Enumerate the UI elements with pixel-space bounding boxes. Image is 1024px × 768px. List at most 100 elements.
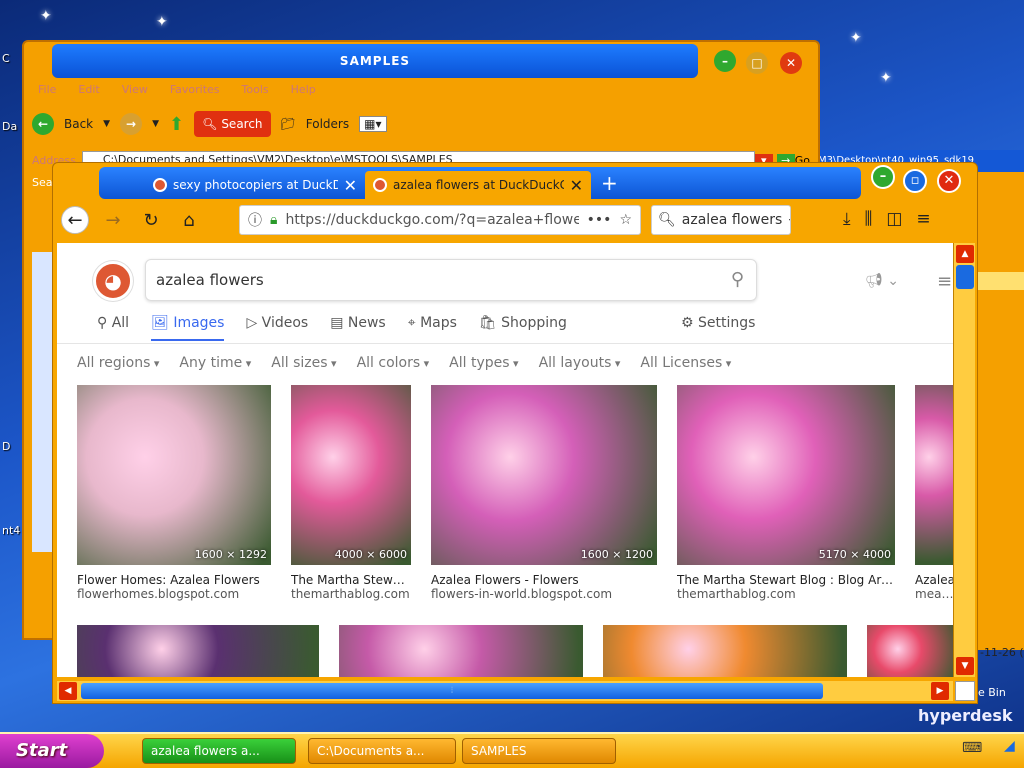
- taskbar-button-firefox[interactable]: azalea flowers a...: [142, 738, 296, 764]
- firefox-window[interactable]: sexy photocopiers at DuckDuckGo ✕ azalea…: [52, 162, 978, 704]
- desktop-icon-label[interactable]: nt4: [2, 524, 20, 537]
- scroll-right-icon[interactable]: ▶: [931, 682, 949, 700]
- result-caption[interactable]: The Martha Stewart Blog : Blog Archiveth…: [677, 573, 895, 601]
- desktop-icon-label[interactable]: Da: [2, 120, 17, 133]
- nav-tab-maps[interactable]: ⌖ Maps: [408, 315, 457, 341]
- filter-regions[interactable]: All regions: [77, 355, 159, 371]
- desktop-icon-label[interactable]: C: [2, 52, 10, 65]
- folders-button[interactable]: Folders: [306, 117, 349, 131]
- recycle-bin-label[interactable]: e Bin: [978, 686, 1006, 699]
- menu-edit[interactable]: Edit: [78, 80, 99, 100]
- tray-icon[interactable]: ◢: [1004, 738, 1015, 754]
- nav-tab-images[interactable]: 🖼︎ Images: [151, 315, 225, 341]
- vertical-scrollbar[interactable]: ▲ ▼: [953, 243, 975, 677]
- reload-icon[interactable]: ↻: [137, 210, 165, 231]
- megaphone-icon[interactable]: 📢︎ ⌄: [865, 273, 899, 289]
- minimize-icon[interactable]: –: [871, 165, 895, 189]
- maximize-icon[interactable]: □: [746, 52, 768, 74]
- image-result[interactable]: 1600 × 1292: [77, 385, 271, 565]
- menu-help[interactable]: Help: [291, 80, 316, 100]
- menu-hamburger-icon[interactable]: ≡: [916, 209, 930, 229]
- result-caption[interactable]: Azalea Flowers - Flowers flowers-in-world…: [431, 573, 657, 601]
- filter-colors[interactable]: All colors: [357, 355, 430, 371]
- image-result[interactable]: [915, 385, 953, 565]
- nav-tab-videos[interactable]: ▷ Videos: [246, 315, 308, 341]
- result-source[interactable]: flowerhomes.blogspot.com: [77, 587, 271, 601]
- views-icon[interactable]: ▦▾: [359, 116, 387, 132]
- image-result[interactable]: 1600 × 1200: [431, 385, 657, 565]
- menu-favorites[interactable]: Favorites: [170, 80, 220, 100]
- browser-search-input[interactable]: azalea flowers: [682, 212, 783, 228]
- result-source[interactable]: flowers-in-world.blogspot.com: [431, 587, 657, 601]
- scroll-up-icon[interactable]: ▲: [956, 245, 974, 263]
- new-tab-plus-icon[interactable]: +: [601, 171, 618, 195]
- result-title[interactable]: The Martha Stewart Blog : Blog Archive: [291, 573, 411, 587]
- back-arrow-icon[interactable]: ←: [61, 206, 89, 234]
- ddg-search-input[interactable]: azalea flowers ⚲: [145, 259, 757, 301]
- close-icon[interactable]: ✕: [780, 52, 802, 74]
- image-result[interactable]: [339, 625, 583, 677]
- desktop-icon-label[interactable]: D: [2, 440, 10, 453]
- bookmark-star-icon[interactable]: ☆: [619, 212, 632, 228]
- search-button[interactable]: 🔍︎ Search: [194, 111, 271, 137]
- taskbar-button-samples[interactable]: SAMPLES: [462, 738, 616, 764]
- home-icon[interactable]: ⌂: [175, 210, 203, 231]
- image-result[interactable]: 5170 × 4000: [677, 385, 895, 565]
- filter-licenses[interactable]: All Licenses: [640, 355, 731, 371]
- start-button[interactable]: Start: [0, 734, 104, 768]
- browser-search-field[interactable]: 🔍︎ azalea flowers →: [651, 205, 791, 235]
- maximize-icon[interactable]: ▫: [903, 169, 927, 193]
- image-result[interactable]: [867, 625, 953, 677]
- nav-tab-news[interactable]: ▤ News: [330, 315, 386, 341]
- filter-time[interactable]: Any time: [179, 355, 251, 371]
- result-title[interactable]: Azalea Flowers - Flowers: [431, 573, 657, 587]
- download-icon[interactable]: ⤓: [843, 209, 851, 229]
- page-actions-icon[interactable]: •••: [587, 212, 612, 228]
- filter-types[interactable]: All types: [449, 355, 518, 371]
- back-button[interactable]: Back: [64, 117, 93, 131]
- forward-arrow-icon[interactable]: →: [99, 210, 127, 231]
- taskbar-button-cmd[interactable]: C:\Documents a...: [308, 738, 456, 764]
- duckduckgo-logo[interactable]: ◕: [93, 261, 133, 301]
- nav-tab-all[interactable]: ⚲ All: [97, 315, 129, 341]
- scroll-down-icon[interactable]: ▼: [956, 657, 974, 675]
- result-source[interactable]: themarthablog.com: [677, 587, 895, 601]
- minimize-icon[interactable]: –: [714, 50, 736, 72]
- tab-sexy-photocopiers[interactable]: sexy photocopiers at DuckDuckGo ✕: [145, 171, 365, 199]
- keyboard-icon[interactable]: ⌨: [962, 740, 982, 756]
- result-caption[interactable]: Azalea meado: [915, 573, 953, 601]
- sidebar-icon[interactable]: ◫: [886, 209, 902, 229]
- chevron-down-icon[interactable]: ▼: [103, 119, 110, 129]
- search-icon[interactable]: ⚲: [731, 260, 744, 300]
- result-source[interactable]: themarthablog.com: [291, 587, 411, 601]
- horizontal-scrollbar[interactable]: ◀ ⦙ ▶: [57, 681, 953, 701]
- close-tab-icon[interactable]: ✕: [344, 176, 357, 195]
- back-arrow-icon[interactable]: ←: [32, 113, 54, 135]
- filter-layouts[interactable]: All layouts: [539, 355, 621, 371]
- nav-tab-shopping[interactable]: 🛍︎ Shopping: [479, 315, 567, 341]
- ddg-menu-icon[interactable]: ≡: [937, 271, 952, 292]
- result-title[interactable]: Flower Homes: Azalea Flowers: [77, 573, 271, 587]
- up-folder-icon[interactable]: ⬆: [169, 114, 184, 135]
- result-title[interactable]: Azalea: [915, 573, 953, 587]
- result-source[interactable]: meado: [915, 587, 953, 601]
- result-caption[interactable]: Flower Homes: Azalea Flowers flowerhomes.…: [77, 573, 271, 601]
- close-icon[interactable]: ✕: [937, 169, 961, 193]
- scroll-left-icon[interactable]: ◀: [59, 682, 77, 700]
- menu-view[interactable]: View: [122, 80, 148, 100]
- result-caption[interactable]: The Martha Stewart Blog : Blog Archiveth…: [291, 573, 411, 601]
- url-bar[interactable]: ⓘ 🔒︎ https://duckduckgo.com/?q=azalea+fl…: [239, 205, 641, 235]
- chevron-down-icon[interactable]: ▼: [152, 119, 159, 129]
- result-title[interactable]: The Martha Stewart Blog : Blog Archive: [677, 573, 895, 587]
- image-result[interactable]: [603, 625, 847, 677]
- close-tab-icon[interactable]: ✕: [570, 176, 583, 195]
- menu-file[interactable]: File: [38, 80, 56, 100]
- settings-button[interactable]: ⚙ Settings: [681, 315, 755, 331]
- scroll-thumb[interactable]: [956, 265, 974, 289]
- forward-arrow-icon[interactable]: →: [120, 113, 143, 135]
- tab-azalea-flowers[interactable]: azalea flowers at DuckDuckGo ✕: [365, 171, 591, 199]
- menu-tools[interactable]: Tools: [242, 80, 269, 100]
- image-result[interactable]: 4000 × 6000: [291, 385, 411, 565]
- search-go-arrow-icon[interactable]: →: [788, 212, 790, 228]
- filter-sizes[interactable]: All sizes: [271, 355, 336, 371]
